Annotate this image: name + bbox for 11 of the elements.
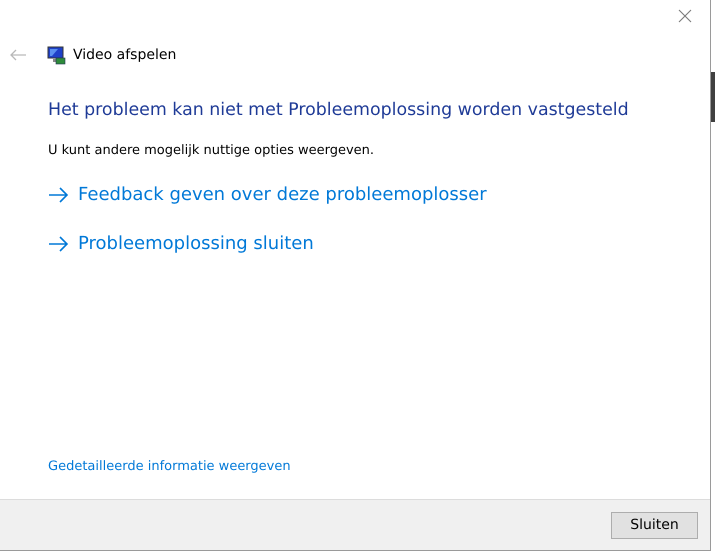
arrow-icon — [48, 236, 69, 252]
heading: Het probleem kan niet met Probleemoplossing worden vastgesteld — [48, 100, 630, 120]
close-dialog-button[interactable]: Sluiten — [611, 512, 698, 538]
option-link[interactable]: Probleemoplossing sluiten — [48, 233, 314, 254]
option-link[interactable]: Feedback geven over deze probleemoplosser — [48, 184, 487, 205]
description: U kunt andere mogelijk nuttige opties weergeven. — [48, 143, 376, 158]
monitor-icon — [47, 46, 66, 64]
arrow-icon — [48, 186, 69, 202]
details-link[interactable]: Gedetailleerde informatie weergeven — [48, 459, 291, 474]
close-button[interactable] — [677, 8, 693, 24]
window-title: Video afspelen — [73, 47, 176, 63]
